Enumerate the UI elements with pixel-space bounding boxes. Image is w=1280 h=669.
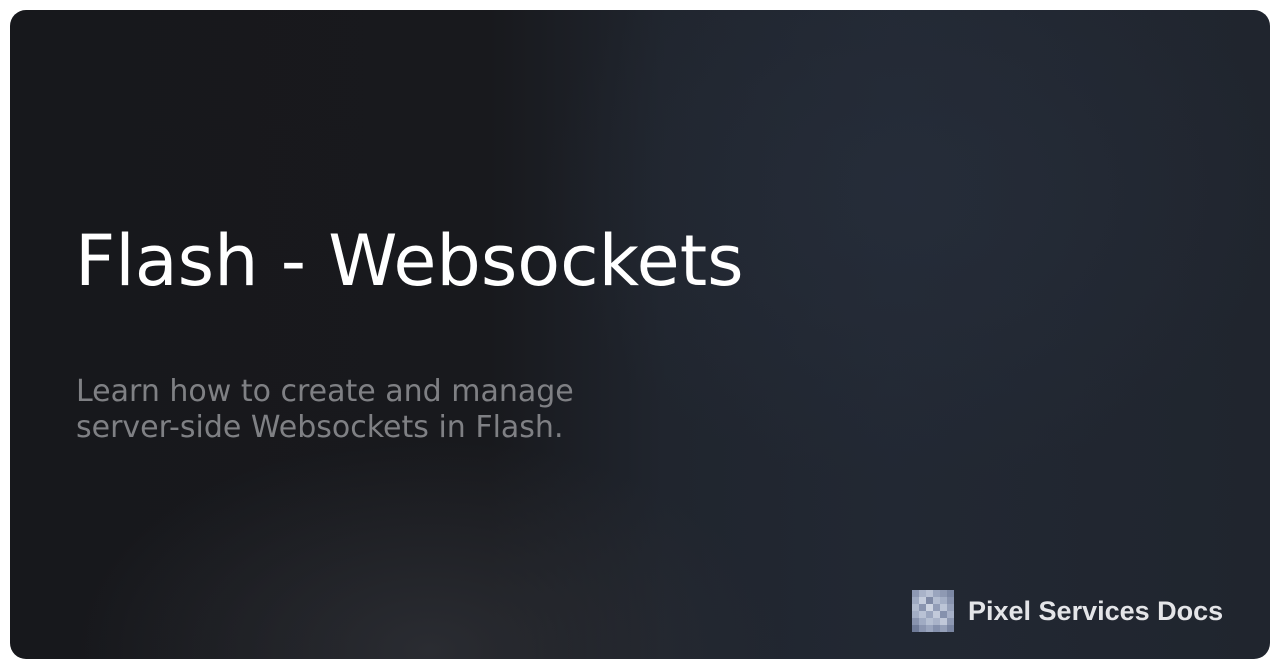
social-card: Flash - Websockets Learn how to create a… xyxy=(10,10,1270,659)
brand: Pixel Services Docs xyxy=(912,590,1223,632)
brand-name: Pixel Services Docs xyxy=(968,595,1224,626)
pixelated-logo-icon xyxy=(912,590,954,632)
page-description: Learn how to create and manage server-si… xyxy=(76,374,574,445)
page-title: Flash - Websockets xyxy=(75,220,744,302)
